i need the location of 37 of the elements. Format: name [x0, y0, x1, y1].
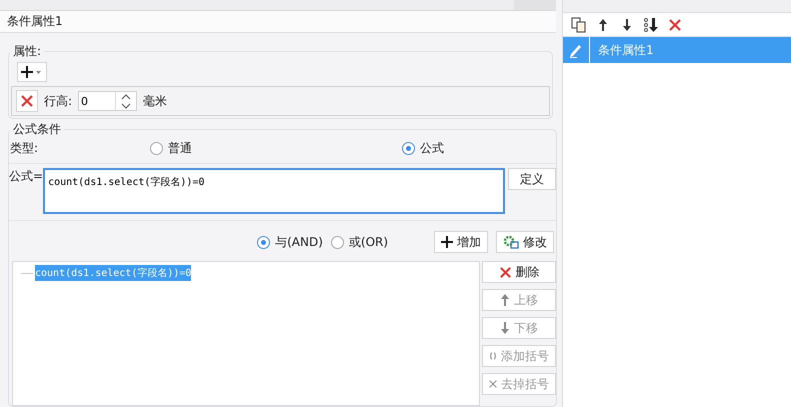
type-label: 类型:	[10, 140, 40, 157]
pencil-icon	[568, 42, 584, 58]
unit-label: 毫米	[143, 92, 168, 110]
plus-icon	[441, 236, 454, 248]
row-height-label: 行高:	[44, 92, 72, 110]
remove-brackets-icon	[489, 378, 497, 390]
action-button[interactable]: 删除	[482, 261, 556, 283]
dots-arrow-down-icon	[643, 16, 659, 32]
arrow-down-icon	[500, 321, 510, 335]
logic-radio[interactable]: 或(OR)	[330, 234, 388, 250]
move-bottom-button[interactable]	[642, 16, 660, 34]
brackets-icon	[489, 350, 497, 362]
copy-icon	[571, 16, 587, 32]
panel-title: 条件属性1	[7, 12, 63, 30]
add-button[interactable]: 增加	[434, 231, 488, 253]
modify-button[interactable]: 修改	[496, 231, 554, 253]
copy-button[interactable]	[570, 16, 588, 34]
remove-attribute-button[interactable]	[16, 90, 38, 112]
arrow-up-icon	[500, 293, 510, 307]
close-icon	[668, 18, 682, 32]
formula-label: 公式=	[9, 168, 44, 185]
arrow-down-icon	[622, 18, 632, 32]
type-radio[interactable]: 普通	[150, 140, 402, 157]
define-button[interactable]: 定义	[508, 168, 556, 190]
chevron-down-icon	[121, 102, 132, 108]
section-legend: 属性:	[13, 44, 42, 58]
row-height-spinner[interactable]: 0	[78, 91, 138, 111]
section-legend: 公式条件	[13, 122, 61, 136]
formula-field[interactable]: count(ds1.select(字段名))=0	[43, 168, 506, 214]
logic-radio[interactable]: 与(AND)	[257, 234, 323, 250]
type-radio[interactable]: 公式	[402, 140, 556, 157]
add-attribute-button[interactable]	[17, 62, 47, 82]
close-icon	[20, 94, 34, 108]
arrow-up-icon	[598, 18, 608, 32]
chevron-up-icon	[121, 94, 132, 100]
close-icon	[498, 266, 512, 278]
plus-icon	[21, 66, 43, 78]
